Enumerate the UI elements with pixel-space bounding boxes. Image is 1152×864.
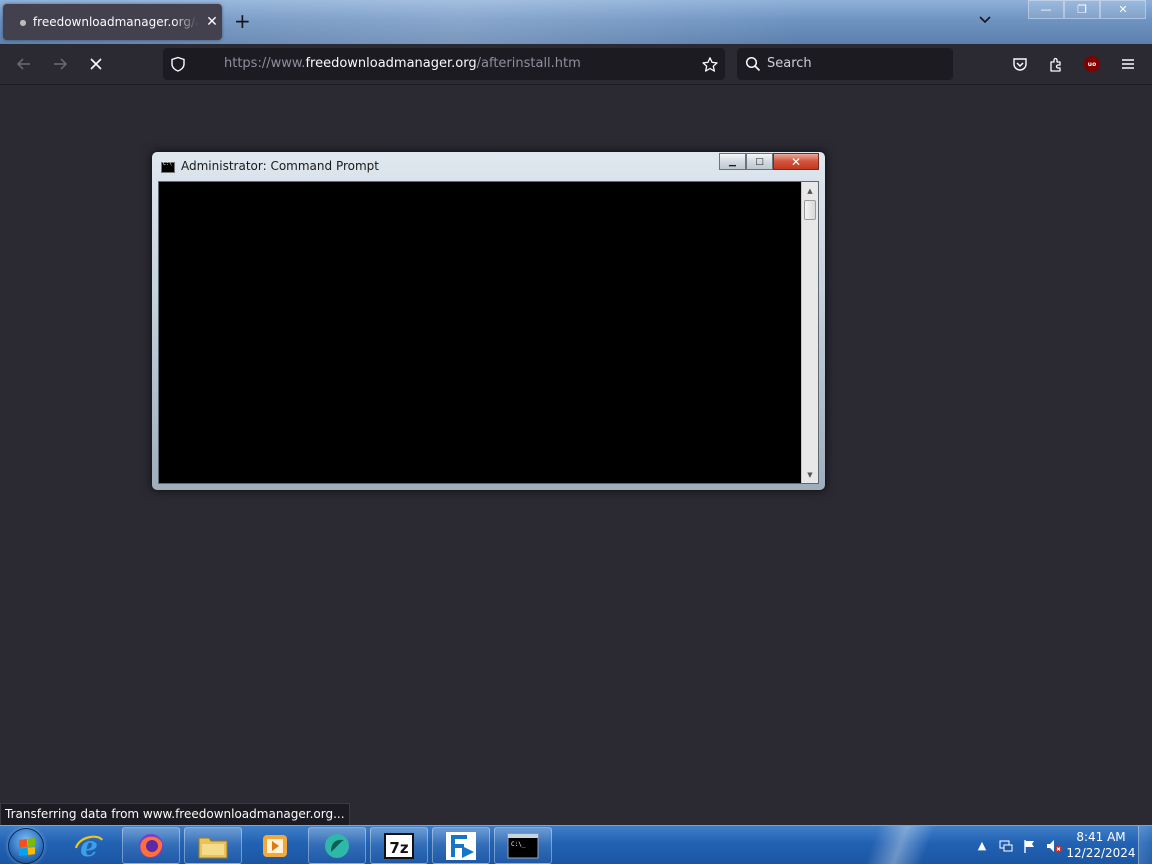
taskbar-internet-explorer[interactable]: e — [60, 827, 118, 864]
start-button[interactable] — [4, 826, 48, 864]
cmd-minimize-button[interactable]: ▁ — [719, 153, 746, 170]
svg-text:C:\_: C:\_ — [511, 841, 526, 848]
browser-status-text: Transferring data from www.freedownloadm… — [0, 803, 350, 826]
taskbar-file-explorer[interactable] — [184, 827, 242, 864]
minimize-button[interactable]: — — [1028, 0, 1064, 19]
tracking-shield-icon[interactable] — [170, 56, 186, 76]
taskbar-7zip[interactable]: 7z — [370, 827, 428, 864]
teal-app-icon — [325, 833, 349, 858]
taskbar-command-prompt[interactable]: C:\_ — [494, 827, 552, 864]
list-all-tabs-icon[interactable] — [977, 12, 993, 32]
tab-close-icon[interactable]: ✕ — [202, 14, 222, 30]
hamburger-menu-icon[interactable] — [1118, 54, 1138, 74]
volume-muted-icon[interactable] — [1042, 836, 1066, 856]
url-path: /afterinstall.htm — [476, 56, 581, 71]
search-placeholder: Search — [767, 56, 812, 71]
cmd-window-controls: ▁ □ ✕ — [719, 153, 819, 170]
browser-window-controls: — ❐ ✕ — [1028, 0, 1146, 20]
action-center-flag-icon[interactable] — [1018, 836, 1042, 856]
cmd-titlebar[interactable]: Administrator: Command Prompt ▁ □ ✕ — [152, 152, 825, 180]
command-prompt-icon: C:\_ — [507, 833, 539, 858]
extensions-icon[interactable] — [1046, 54, 1066, 74]
restore-button[interactable]: ❐ — [1064, 0, 1100, 19]
bookmark-star-icon[interactable] — [701, 56, 719, 78]
internet-explorer-icon: e — [74, 830, 103, 862]
command-prompt-window[interactable]: Administrator: Command Prompt ▁ □ ✕ ▲ ▼ — [151, 151, 826, 491]
cmd-console-output[interactable]: ▲ ▼ — [158, 181, 819, 484]
tab-favicon-icon: ● — [19, 17, 27, 27]
system-tray: ▲ — [970, 826, 1066, 864]
stop-loading-icon[interactable] — [86, 54, 106, 74]
seven-zip-icon: 7z — [384, 832, 414, 859]
ublock-badge: uo — [1084, 56, 1100, 72]
clock-date: 12/22/2024 — [1066, 846, 1136, 860]
fdm-icon — [446, 831, 476, 860]
address-bar[interactable]: https://www.freedownloadmanager.org/afte… — [163, 48, 725, 80]
url-host: freedownloadmanager.org — [305, 56, 477, 71]
clock-time: 8:41 AM — [1076, 830, 1126, 844]
network-icon[interactable] — [994, 836, 1018, 856]
windows-taskbar: e 7z C:\_ ▲ 8:41 AM 12/22/2024 — [0, 825, 1152, 864]
navigation-toolbar: https://www.freedownloadmanager.org/afte… — [0, 44, 1152, 85]
seven-zip-label: 7z — [389, 839, 408, 857]
ublock-icon[interactable]: uo — [1082, 54, 1102, 74]
show-desktop-button[interactable] — [1138, 826, 1152, 864]
search-icon — [745, 56, 761, 76]
show-hidden-icons-arrow-icon[interactable]: ▲ — [970, 836, 994, 856]
firefox-icon — [139, 833, 163, 858]
forward-arrow-icon[interactable] — [50, 54, 70, 74]
pocket-icon[interactable] — [1010, 54, 1030, 74]
scroll-up-arrow-icon[interactable]: ▲ — [802, 182, 818, 199]
back-arrow-icon[interactable] — [14, 54, 34, 74]
new-tab-button[interactable]: + — [234, 11, 251, 31]
taskbar-firefox[interactable] — [122, 827, 180, 864]
cmd-maximize-button[interactable]: □ — [746, 153, 773, 170]
browser-tab[interactable]: ● freedownloadmanager.org/afterinstall.h… — [3, 4, 222, 40]
browser-tab-strip: ● freedownloadmanager.org/afterinstall.h… — [0, 0, 1152, 44]
close-button[interactable]: ✕ — [1100, 0, 1146, 19]
address-url[interactable]: https://www.freedownloadmanager.org/afte… — [224, 56, 581, 71]
system-clock[interactable]: 8:41 AM 12/22/2024 — [1066, 829, 1136, 861]
cmd-app-icon — [161, 161, 175, 173]
cmd-vertical-scrollbar[interactable]: ▲ ▼ — [801, 182, 818, 483]
tab-title: freedownloadmanager.org/afterinstall.htm — [32, 15, 198, 29]
taskbar-freedownloadmanager[interactable] — [432, 827, 490, 864]
taskbar-browser-app[interactable] — [308, 827, 366, 864]
scroll-thumb[interactable] — [804, 200, 816, 220]
cmd-close-button[interactable]: ✕ — [773, 153, 819, 170]
desktop-screen: ● freedownloadmanager.org/afterinstall.h… — [0, 0, 1152, 864]
windows-orb-icon — [8, 827, 44, 864]
search-field[interactable]: Search — [737, 48, 953, 80]
scroll-down-arrow-icon[interactable]: ▼ — [802, 466, 818, 483]
taskbar-media-player[interactable] — [246, 827, 304, 864]
cmd-title: Administrator: Command Prompt — [181, 159, 379, 173]
url-scheme: https://www. — [224, 56, 306, 71]
media-player-icon — [263, 834, 287, 857]
folder-icon — [198, 837, 228, 858]
svg-text:e: e — [80, 830, 98, 862]
